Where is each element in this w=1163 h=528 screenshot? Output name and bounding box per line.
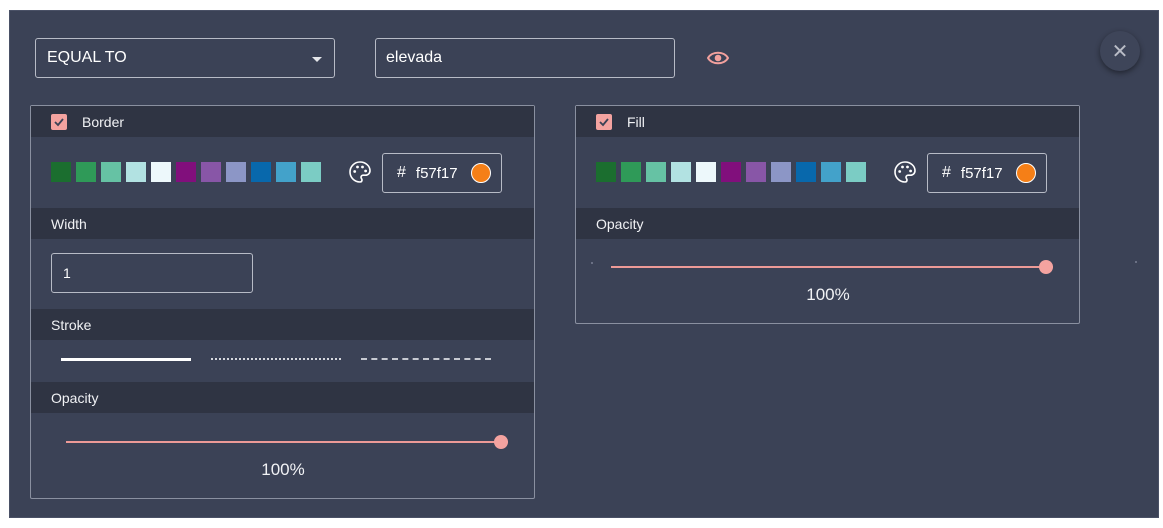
border-color-preview[interactable] <box>471 163 491 183</box>
border-opacity-slider[interactable] <box>66 435 508 449</box>
border-swatch-1[interactable] <box>51 162 71 182</box>
fill-label: Fill <box>627 113 645 130</box>
border-hex-input[interactable]: # f57f17 <box>382 153 502 193</box>
border-swatch-2[interactable] <box>76 162 96 182</box>
slider-thumb[interactable] <box>1039 260 1053 274</box>
border-swatch-7[interactable] <box>201 162 221 182</box>
fill-opacity-value: 100% <box>806 285 850 304</box>
fill-swatch-11[interactable] <box>846 162 866 182</box>
width-value: 1 <box>63 265 71 281</box>
width-label: Width <box>51 215 87 232</box>
fill-swatch-5[interactable] <box>696 162 716 182</box>
fill-swatch-10[interactable] <box>821 162 841 182</box>
hash-symbol: # <box>397 164 406 181</box>
close-button[interactable]: ✕ <box>1100 31 1140 71</box>
fill-swatch-6[interactable] <box>721 162 741 182</box>
width-header: Width <box>31 208 534 239</box>
palette-icon[interactable] <box>348 160 372 184</box>
border-swatch-6[interactable] <box>176 162 196 182</box>
fill-header: Fill <box>576 106 1079 137</box>
value-input[interactable]: elevada <box>375 38 675 78</box>
border-swatches <box>51 162 321 182</box>
close-icon: ✕ <box>1111 40 1129 63</box>
slider-tick <box>591 262 593 264</box>
border-swatch-4[interactable] <box>126 162 146 182</box>
slider-track <box>66 441 508 443</box>
fill-swatch-7[interactable] <box>746 162 766 182</box>
fill-panel: Fill # f57f17 Opacity 100% <box>575 105 1080 324</box>
check-icon <box>599 117 609 126</box>
fill-opacity-slider[interactable] <box>611 260 1053 274</box>
fill-opacity-label: Opacity <box>596 215 644 232</box>
check-icon <box>54 117 64 126</box>
palette-icon[interactable] <box>893 160 917 184</box>
border-header: Border <box>31 106 534 137</box>
fill-opacity-header: Opacity <box>576 208 1079 239</box>
border-hex-value: f57f17 <box>415 164 458 182</box>
fill-swatch-9[interactable] <box>796 162 816 182</box>
border-swatch-8[interactable] <box>226 162 246 182</box>
value-input-text: elevada <box>386 49 443 66</box>
border-opacity-header: Opacity <box>31 382 534 413</box>
border-opacity-label: Opacity <box>51 389 99 406</box>
stroke-dashed-option[interactable] <box>361 358 491 360</box>
stroke-solid-option[interactable] <box>61 358 191 361</box>
fill-color-preview[interactable] <box>1016 163 1036 183</box>
operator-select[interactable]: EQUAL TO <box>35 38 335 78</box>
width-input[interactable]: 1 <box>51 253 253 293</box>
border-label: Border <box>82 113 125 130</box>
operator-select-value: EQUAL TO <box>47 49 127 66</box>
chevron-down-icon <box>312 57 322 62</box>
stroke-dotted-option[interactable] <box>211 358 341 360</box>
border-panel: Border # f57f17 Width 1 Stroke Opacity 1… <box>30 105 535 499</box>
eye-icon[interactable] <box>706 48 730 68</box>
fill-swatches <box>596 162 866 182</box>
fill-swatch-8[interactable] <box>771 162 791 182</box>
stroke-label: Stroke <box>51 316 92 333</box>
style-rule-dialog: EQUAL TO elevada ✕ Border # f57f17 Width… <box>9 10 1159 518</box>
border-opacity-value: 100% <box>261 460 305 479</box>
slider-thumb[interactable] <box>494 435 508 449</box>
border-swatch-3[interactable] <box>101 162 121 182</box>
border-checkbox[interactable] <box>51 113 67 130</box>
slider-track <box>611 266 1053 268</box>
slider-tick <box>1135 261 1137 263</box>
hash-symbol: # <box>942 164 951 181</box>
border-swatch-9[interactable] <box>251 162 271 182</box>
fill-hex-input[interactable]: # f57f17 <box>927 153 1047 193</box>
fill-swatch-1[interactable] <box>596 162 616 182</box>
fill-swatch-3[interactable] <box>646 162 666 182</box>
fill-checkbox[interactable] <box>596 113 612 130</box>
fill-hex-value: f57f17 <box>960 164 1003 182</box>
border-swatch-5[interactable] <box>151 162 171 182</box>
border-swatch-11[interactable] <box>301 162 321 182</box>
fill-swatch-4[interactable] <box>671 162 691 182</box>
border-swatch-10[interactable] <box>276 162 296 182</box>
stroke-header: Stroke <box>31 309 534 340</box>
fill-swatch-2[interactable] <box>621 162 641 182</box>
